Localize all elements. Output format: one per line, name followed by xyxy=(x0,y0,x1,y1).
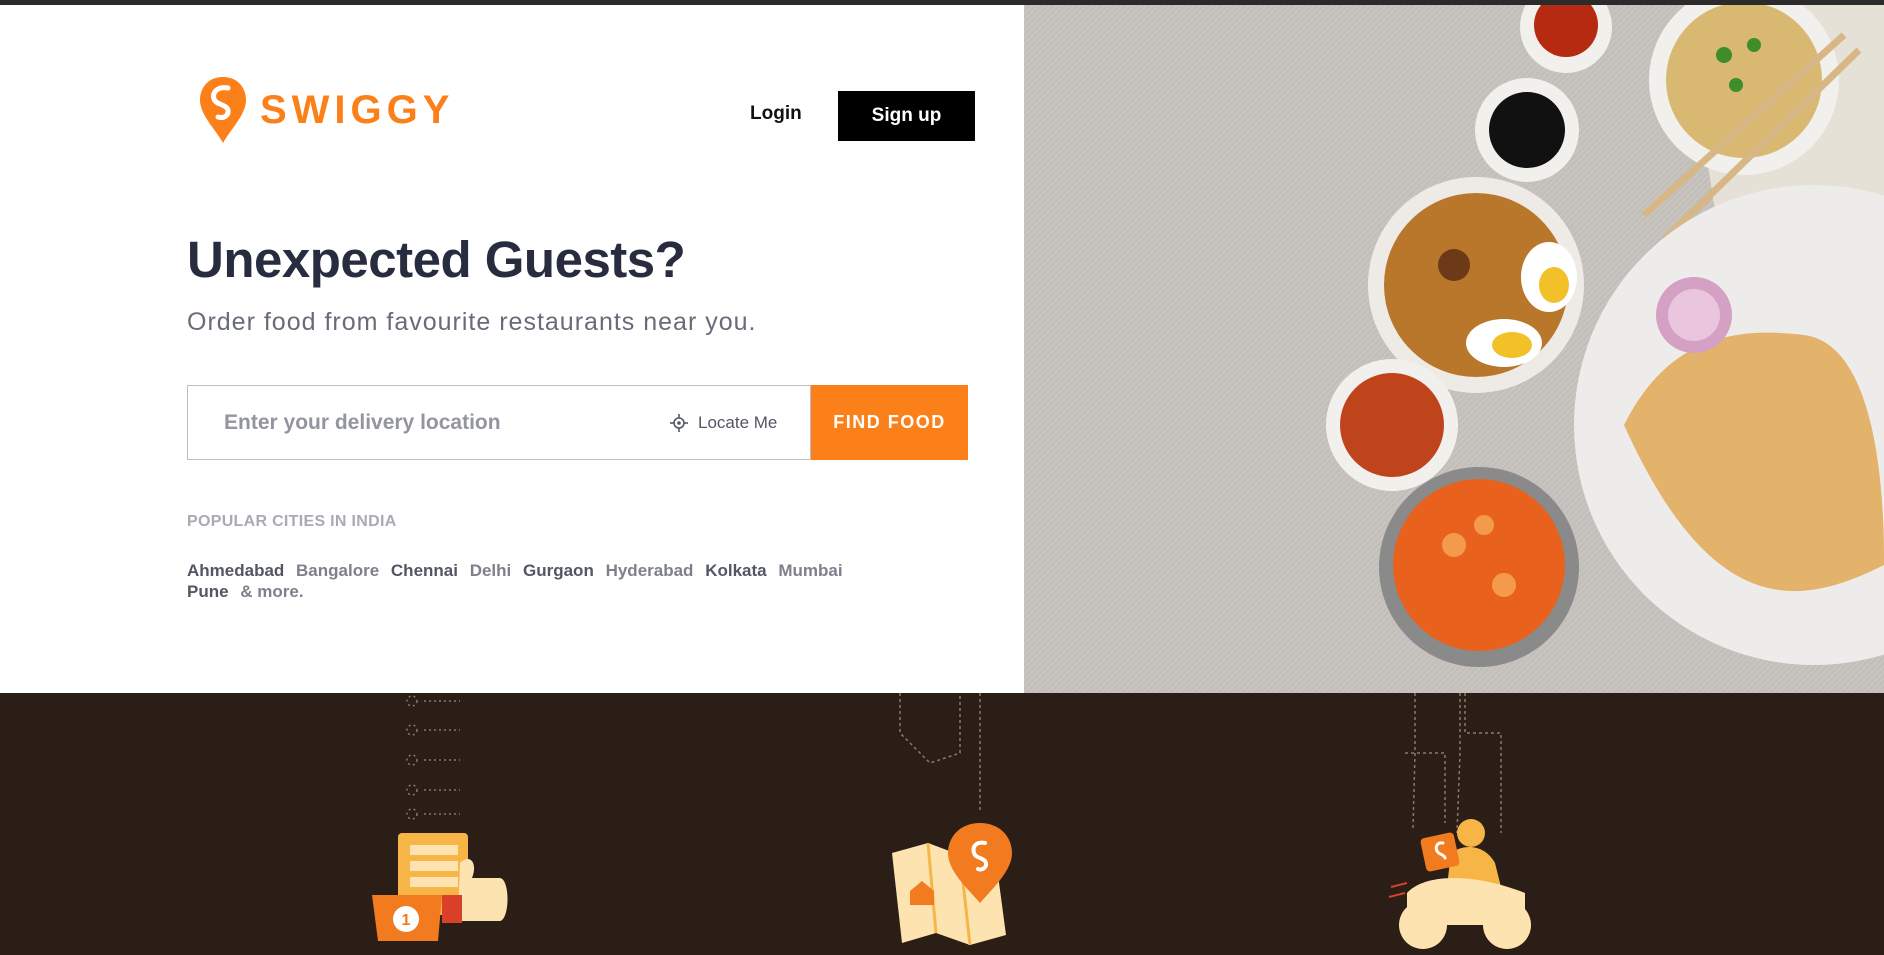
city-link[interactable]: Kolkata xyxy=(705,561,766,580)
svg-text:1: 1 xyxy=(402,912,411,929)
signup-button[interactable]: Sign up xyxy=(838,91,975,141)
login-link[interactable]: Login xyxy=(750,103,802,125)
city-link[interactable]: Ahmedabad xyxy=(187,561,284,580)
more-cities-link[interactable]: & more. xyxy=(240,582,303,601)
city-link[interactable]: Mumbai xyxy=(778,561,842,580)
city-link[interactable]: Delhi xyxy=(470,561,512,580)
popular-cities-title: POPULAR CITIES IN INDIA xyxy=(187,513,397,530)
find-food-button[interactable]: FIND FOOD xyxy=(811,385,968,460)
how-it-works-section: 1 xyxy=(0,693,1884,955)
city-link[interactable]: Gurgaon xyxy=(523,561,594,580)
popular-cities-list: Ahmedabad Bangalore Chennai Delhi Gurgao… xyxy=(187,560,887,602)
map-pin-icon xyxy=(892,693,1012,946)
swiggy-logo[interactable]: SWIGGY xyxy=(198,75,454,145)
hero-title: Unexpected Guests? xyxy=(187,231,686,288)
location-search-box: Locate Me xyxy=(187,385,811,460)
delivery-scooter-icon xyxy=(1388,693,1531,949)
city-link[interactable]: Bangalore xyxy=(296,561,379,580)
brand-name: SWIGGY xyxy=(260,87,455,132)
locate-crosshair-icon xyxy=(670,413,688,432)
locate-me-label: Locate Me xyxy=(698,412,778,432)
city-link[interactable]: Pune xyxy=(187,582,229,601)
city-link[interactable]: Hyderabad xyxy=(606,561,694,580)
locate-me-button[interactable]: Locate Me xyxy=(670,386,777,459)
hero-subtitle: Order food from favourite restaurants ne… xyxy=(187,308,757,336)
food-spread-illustration xyxy=(1024,5,1884,693)
order-list-thumbs-up-icon: 1 xyxy=(372,695,508,941)
delivery-location-input[interactable] xyxy=(224,386,624,459)
swiggy-logo-icon xyxy=(200,77,246,143)
hero-food-image xyxy=(1024,5,1884,693)
city-link[interactable]: Chennai xyxy=(391,561,458,580)
hero-left-panel: SWIGGY Login Sign up Unexpected Guests? … xyxy=(0,5,1024,693)
